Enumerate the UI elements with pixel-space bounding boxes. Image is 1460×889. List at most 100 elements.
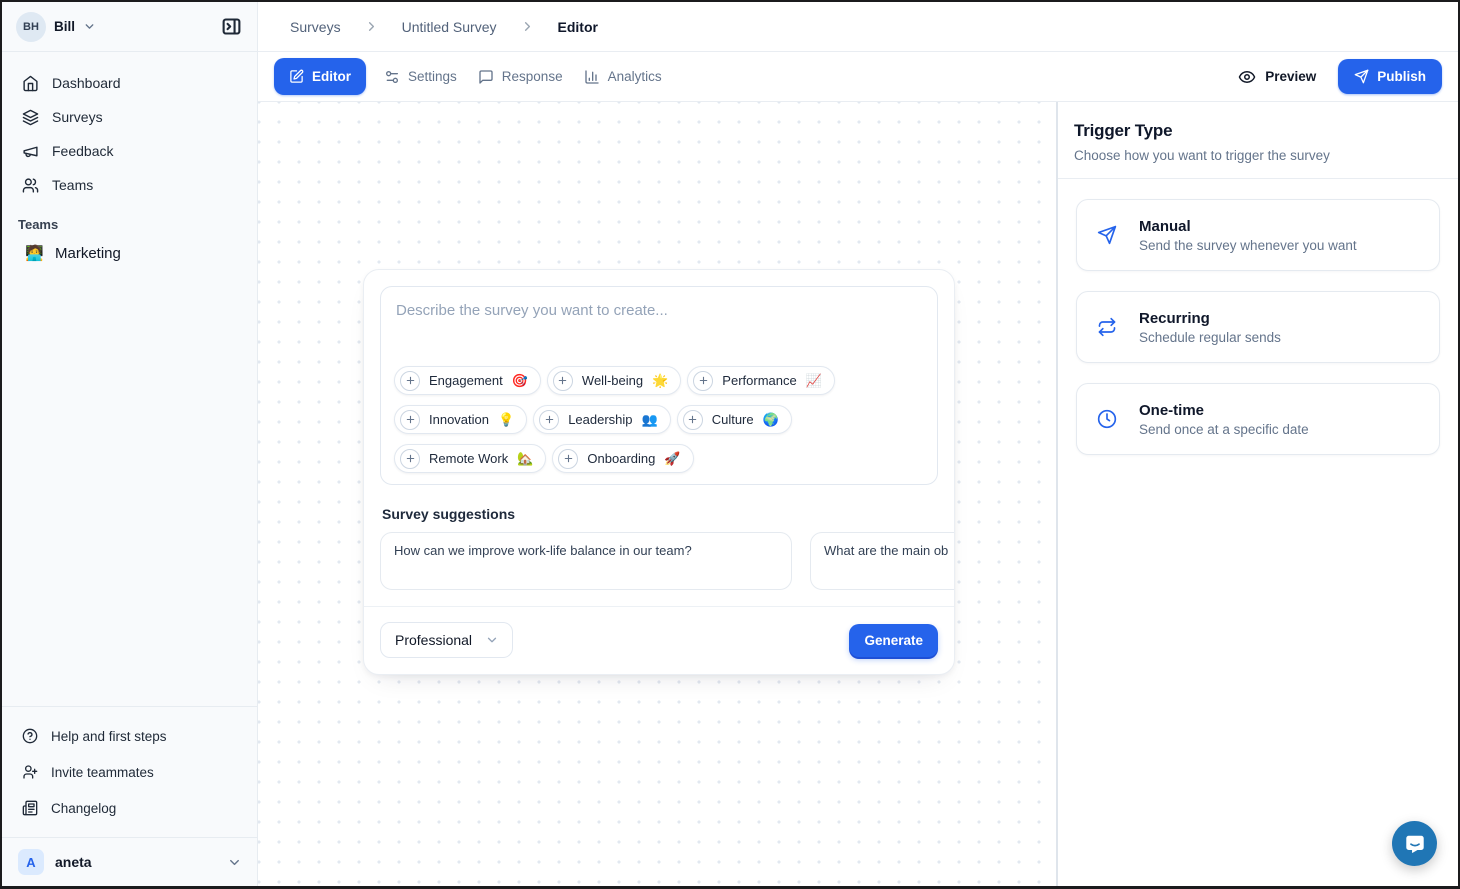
repeat-icon bbox=[1097, 317, 1117, 337]
sidebar-item-feedback[interactable]: Feedback bbox=[2, 134, 257, 168]
bar-chart-icon bbox=[584, 69, 600, 85]
suggestion-card[interactable]: How can we improve work-life balance in … bbox=[380, 532, 792, 590]
editor-toolbar: Editor Settings Response Analytics bbox=[258, 52, 1458, 102]
chip-label: Performance bbox=[722, 373, 796, 388]
chip-emoji: 💡 bbox=[498, 412, 514, 428]
chevron-right-icon bbox=[520, 19, 535, 34]
topic-chip-leadership[interactable]: Leadership 👥 bbox=[533, 405, 671, 434]
tone-selected-value: Professional bbox=[395, 632, 472, 648]
plus-circle-icon bbox=[693, 371, 713, 391]
input-placeholder: Describe the survey you want to create..… bbox=[394, 302, 924, 319]
trigger-option-recurring[interactable]: Recurring Schedule regular sends bbox=[1076, 291, 1440, 363]
suggestion-card[interactable]: What are the main ob bbox=[810, 532, 954, 590]
trigger-option-description: Schedule regular sends bbox=[1139, 330, 1281, 345]
topic-chips: Engagement 🎯 Well-being 🌟 Performance bbox=[394, 366, 924, 473]
sidebar-item-surveys[interactable]: Surveys bbox=[2, 100, 257, 134]
breadcrumb-current-editor: Editor bbox=[558, 19, 598, 35]
topic-chip-onboarding[interactable]: Onboarding 🚀 bbox=[552, 444, 693, 473]
chat-launcher-button[interactable] bbox=[1392, 821, 1437, 866]
chip-label: Leadership bbox=[568, 412, 632, 427]
chip-emoji: 🌟 bbox=[652, 373, 668, 389]
survey-suggestions-label: Survey suggestions bbox=[382, 506, 936, 522]
plus-circle-icon bbox=[558, 449, 578, 469]
help-circle-icon bbox=[22, 728, 38, 744]
panel-right-open-icon bbox=[221, 16, 242, 37]
sidebar-item-team-marketing[interactable]: 🧑‍💻 Marketing bbox=[2, 235, 257, 271]
chip-emoji: 📈 bbox=[806, 373, 822, 389]
chip-label: Innovation bbox=[429, 412, 489, 427]
chevron-down-icon bbox=[227, 855, 242, 870]
tab-analytics[interactable]: Analytics bbox=[581, 69, 665, 85]
sidebar-item-help[interactable]: Help and first steps bbox=[2, 718, 257, 754]
chip-emoji: 🏡 bbox=[517, 451, 533, 467]
topic-chip-culture[interactable]: Culture 🌍 bbox=[677, 405, 792, 434]
tab-settings[interactable]: Settings bbox=[381, 69, 460, 85]
toolbar-actions: Preview Publish bbox=[1238, 59, 1442, 94]
topic-chip-remote-work[interactable]: Remote Work 🏡 bbox=[394, 444, 546, 473]
user-avatar: BH bbox=[16, 12, 46, 42]
teams-section-label: Teams bbox=[2, 217, 257, 232]
sidebar-item-label: Help and first steps bbox=[51, 729, 167, 744]
account-avatar: A bbox=[18, 849, 44, 875]
sidebar-item-teams[interactable]: Teams bbox=[2, 168, 257, 202]
breadcrumb-surveys[interactable]: Surveys bbox=[290, 19, 341, 35]
sidebar-item-label: Teams bbox=[52, 177, 93, 193]
survey-description-input[interactable]: Describe the survey you want to create..… bbox=[380, 286, 938, 485]
publish-button[interactable]: Publish bbox=[1338, 59, 1442, 94]
workspace: Describe the survey you want to create..… bbox=[258, 102, 1458, 886]
app-window: BH Bill Dashboard bbox=[0, 0, 1460, 889]
preview-label: Preview bbox=[1265, 69, 1316, 84]
chip-emoji: 🌍 bbox=[763, 412, 779, 428]
tone-select[interactable]: Professional bbox=[380, 622, 513, 658]
sidebar-item-invite[interactable]: Invite teammates bbox=[2, 754, 257, 790]
sidebar-item-label: Invite teammates bbox=[51, 765, 154, 780]
trigger-option-description: Send once at a specific date bbox=[1139, 422, 1309, 437]
chip-label: Onboarding bbox=[587, 451, 655, 466]
chevron-right-icon bbox=[364, 19, 379, 34]
sidebar-header: BH Bill bbox=[2, 2, 257, 52]
megaphone-icon bbox=[22, 143, 39, 160]
topic-chip-engagement[interactable]: Engagement 🎯 bbox=[394, 366, 541, 395]
trigger-option-title: One-time bbox=[1139, 402, 1309, 419]
panel-title: Trigger Type bbox=[1074, 121, 1442, 141]
account-menu[interactable]: A aneta bbox=[2, 837, 257, 886]
preview-button[interactable]: Preview bbox=[1238, 68, 1316, 86]
breadcrumb-untitled-survey[interactable]: Untitled Survey bbox=[402, 19, 497, 35]
topic-chip-performance[interactable]: Performance 📈 bbox=[687, 366, 835, 395]
trigger-option-manual[interactable]: Manual Send the survey whenever you want bbox=[1076, 199, 1440, 271]
tab-label: Settings bbox=[408, 69, 457, 84]
sidebar-item-label: Surveys bbox=[52, 109, 103, 125]
sidebar-item-dashboard[interactable]: Dashboard bbox=[2, 66, 257, 100]
generate-button[interactable]: Generate bbox=[849, 624, 938, 657]
tab-label: Analytics bbox=[608, 69, 662, 84]
chip-label: Engagement bbox=[429, 373, 503, 388]
tab-response[interactable]: Response bbox=[475, 69, 566, 85]
user-name: Bill bbox=[54, 19, 75, 34]
trigger-options: Manual Send the survey whenever you want… bbox=[1058, 179, 1458, 475]
chip-emoji: 🎯 bbox=[512, 373, 528, 389]
composer-footer: Professional Generate bbox=[380, 607, 938, 658]
account-name: aneta bbox=[55, 854, 92, 870]
sidebar-item-label: Changelog bbox=[51, 801, 116, 816]
sliders-icon bbox=[384, 69, 400, 85]
tab-label: Response bbox=[502, 69, 563, 84]
survey-suggestions-row: How can we improve work-life balance in … bbox=[380, 532, 954, 590]
send-icon bbox=[1354, 69, 1369, 84]
workspace-user-menu[interactable]: BH Bill bbox=[16, 12, 96, 42]
topic-chip-innovation[interactable]: Innovation 💡 bbox=[394, 405, 527, 434]
sidebar-collapse-button[interactable] bbox=[215, 11, 247, 43]
chip-emoji: 🚀 bbox=[664, 451, 680, 467]
trigger-option-one-time[interactable]: One-time Send once at a specific date bbox=[1076, 383, 1440, 455]
sidebar-item-changelog[interactable]: Changelog bbox=[2, 790, 257, 826]
chevron-down-icon bbox=[83, 20, 96, 33]
team-emoji: 🧑‍💻 bbox=[25, 244, 42, 262]
sidebar-spacer bbox=[2, 271, 257, 706]
clock-icon bbox=[1097, 409, 1117, 429]
topic-chip-well-being[interactable]: Well-being 🌟 bbox=[547, 366, 681, 395]
plus-circle-icon bbox=[400, 449, 420, 469]
layers-icon bbox=[22, 109, 39, 126]
team-name: Marketing bbox=[55, 245, 121, 262]
tab-editor[interactable]: Editor bbox=[274, 58, 366, 95]
newspaper-icon bbox=[22, 800, 38, 816]
chat-bubble-icon bbox=[1404, 833, 1426, 855]
